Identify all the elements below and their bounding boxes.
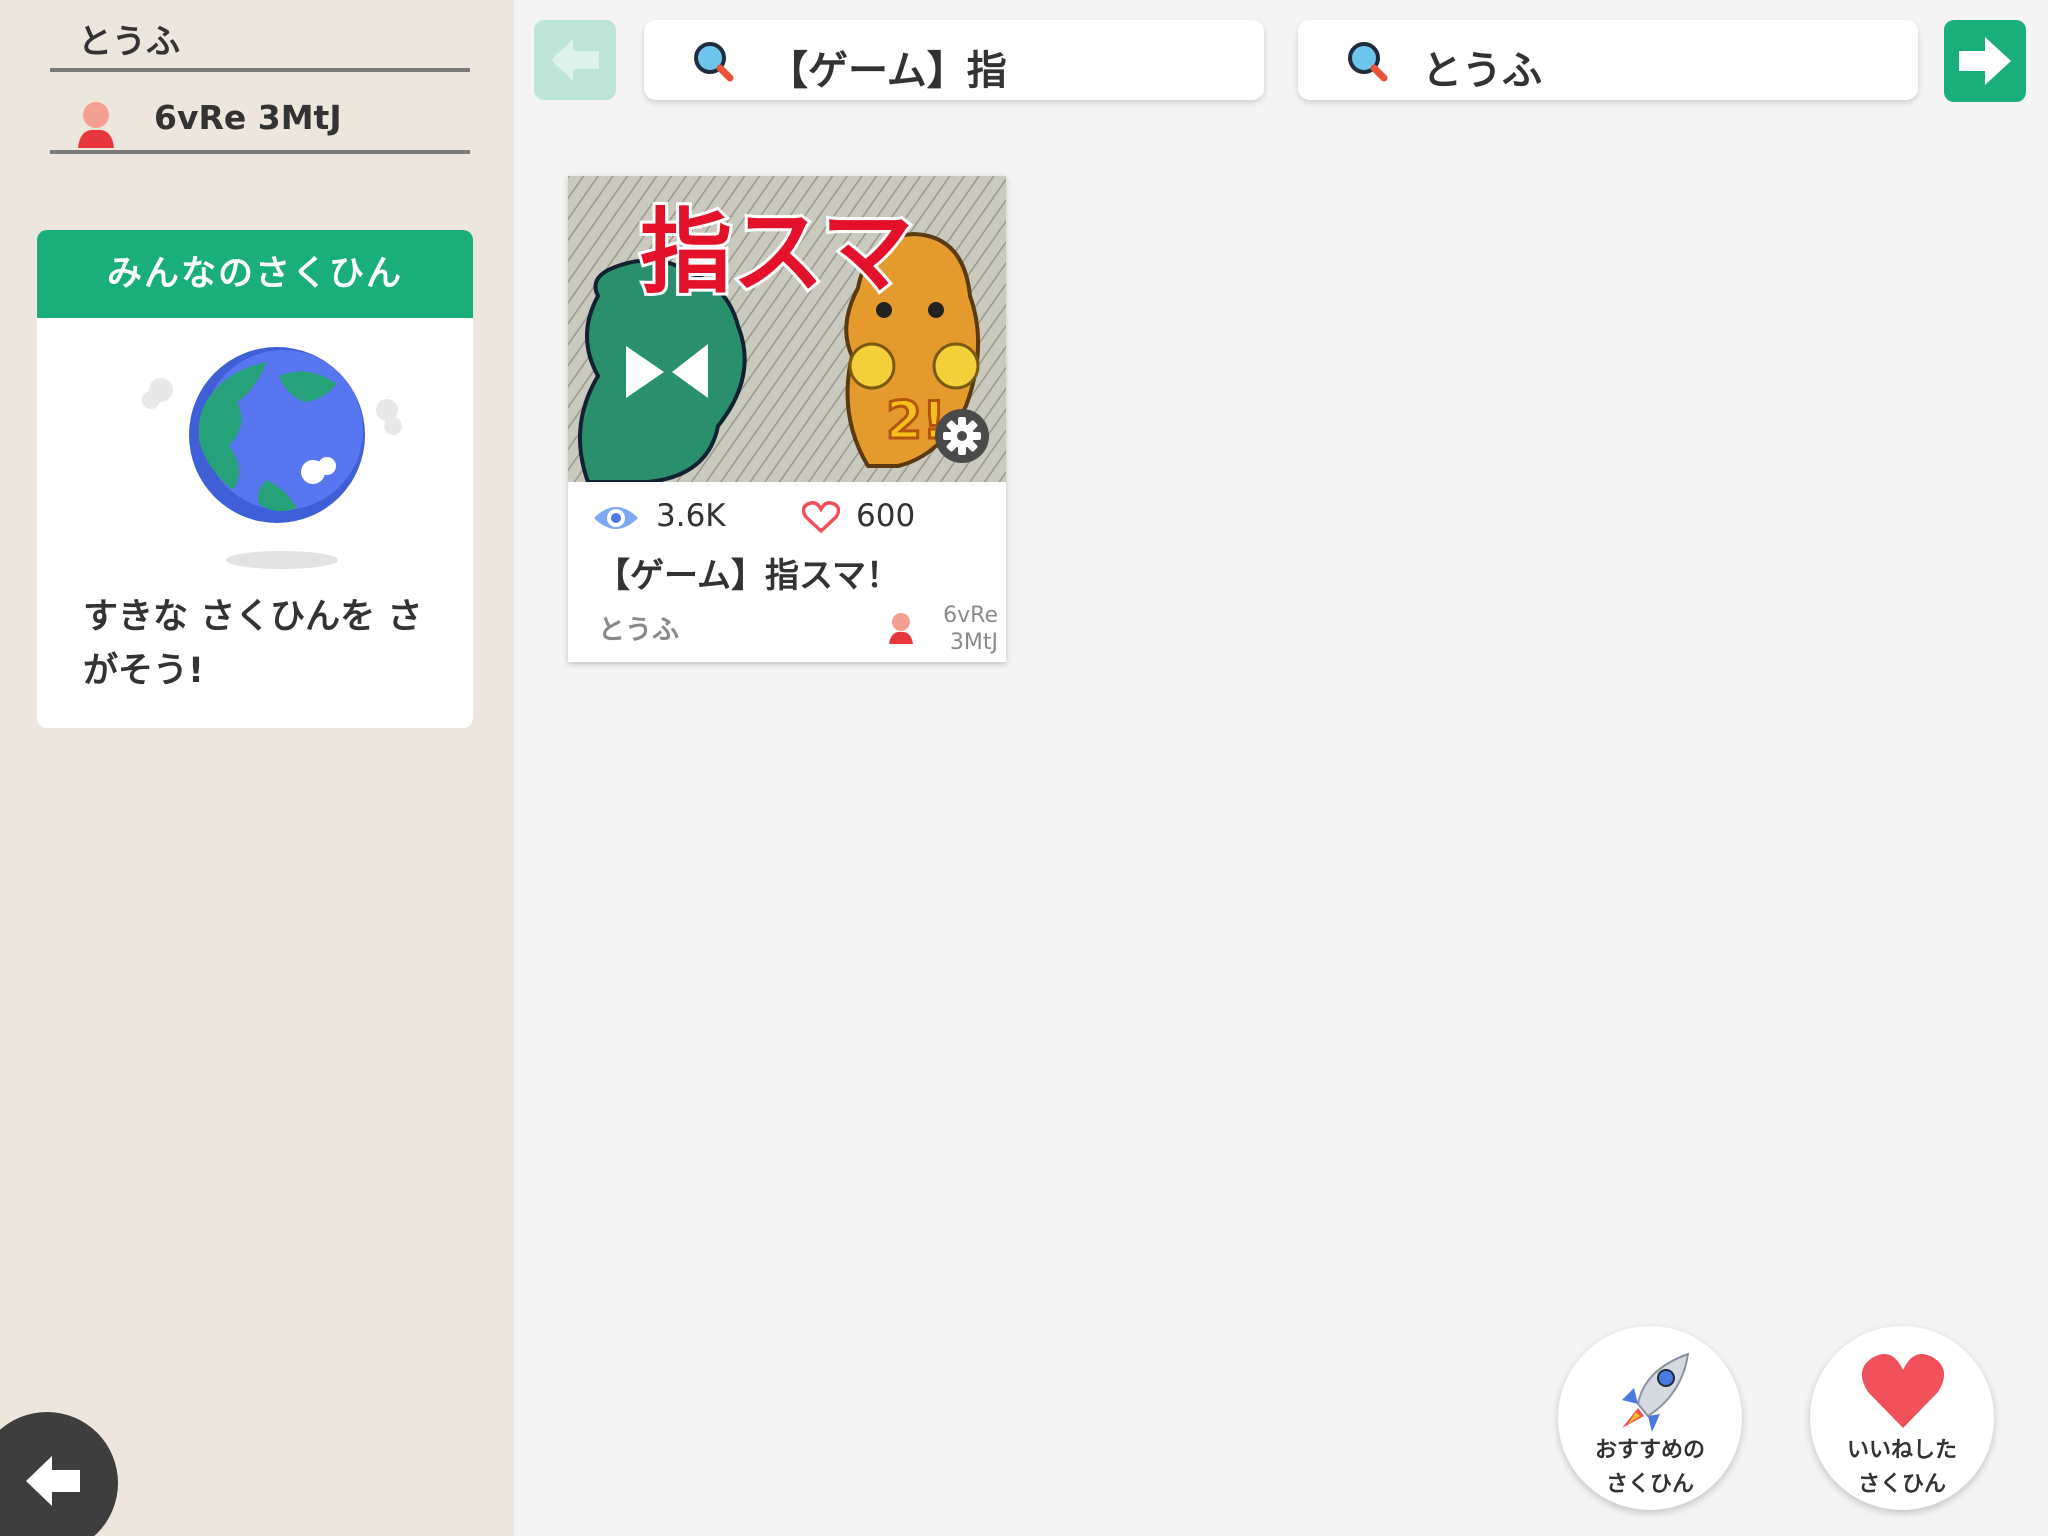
heart-icon[interactable] (801, 500, 841, 538)
arrow-left-icon (551, 39, 599, 81)
search-icon (692, 40, 736, 88)
rocket-icon (1622, 1352, 1690, 1432)
title-search-field[interactable]: 【ゲーム】指 (644, 20, 1264, 100)
liked-works-label: いいねした さくひん (1810, 1434, 1994, 1502)
everyone-works-header: みんなのさくひん (37, 230, 473, 318)
project-group: とうふ (598, 615, 679, 646)
project-card[interactable]: 2! 指スマ 3.6K 600 【ゲーム】指スマ！ とうふ 6vRe 3MtJ (568, 176, 1006, 662)
sidebar: とうふ 6vRe 3MtJ みんなのさくひん すきな さくひんを さがそう! (0, 0, 514, 1536)
project-author: 6vRe 3MtJ (922, 602, 998, 656)
user-name-field[interactable]: 6vRe 3MtJ (50, 94, 470, 154)
liked-label-line-1: いいねした (1846, 1438, 1957, 1463)
view-count: 3.6K (656, 498, 726, 534)
user-search-text: とうふ (1422, 48, 1542, 94)
project-title: 【ゲーム】指スマ！ (596, 556, 900, 596)
thumbnail-title: 指スマ (640, 199, 913, 306)
recommended-works-button[interactable]: おすすめの さくひん (1558, 1326, 1742, 1510)
heart-icon (1861, 1354, 1945, 1428)
globe-icon (137, 330, 417, 610)
recommended-label-line-2: さくひん (1605, 1472, 1694, 1497)
author-line-1: 6vRe (943, 603, 998, 628)
eye-icon (592, 502, 640, 538)
like-count: 600 (856, 498, 916, 534)
everyone-works-card[interactable]: みんなのさくひん すきな さくひんを さがそう! (37, 230, 473, 728)
user-icon (76, 100, 116, 156)
everyone-works-message: すきな さくひんを さがそう! (83, 597, 423, 691)
recommended-works-label: おすすめの さくひん (1558, 1434, 1742, 1502)
title-search-text: 【ゲーム】指 (768, 48, 1007, 94)
user-icon (888, 612, 914, 648)
recommended-label-line-1: おすすめの (1594, 1438, 1705, 1463)
app-root: とうふ 6vRe 3MtJ みんなのさくひん すきな さくひんを さがそう! 【… (0, 0, 2048, 1536)
project-stats: 3.6K 600 (592, 496, 992, 540)
group-name-field[interactable]: とうふ (50, 0, 470, 72)
liked-works-button[interactable]: いいねした さくひん (1810, 1326, 1994, 1510)
user-name-label: 6vRe 3MtJ (154, 98, 342, 137)
group-name-label: とうふ (78, 22, 180, 62)
arrow-right-icon (1959, 37, 2011, 85)
prev-page-button[interactable] (534, 20, 616, 100)
next-page-button[interactable] (1944, 20, 2026, 102)
back-button[interactable] (0, 1412, 118, 1536)
arrow-left-icon (26, 1456, 80, 1506)
search-icon (1346, 40, 1390, 88)
liked-label-line-2: さくひん (1857, 1472, 1946, 1497)
gear-icon[interactable] (934, 408, 990, 468)
user-search-field[interactable]: とうふ (1298, 20, 1918, 100)
author-line-2: 3MtJ (949, 630, 998, 655)
